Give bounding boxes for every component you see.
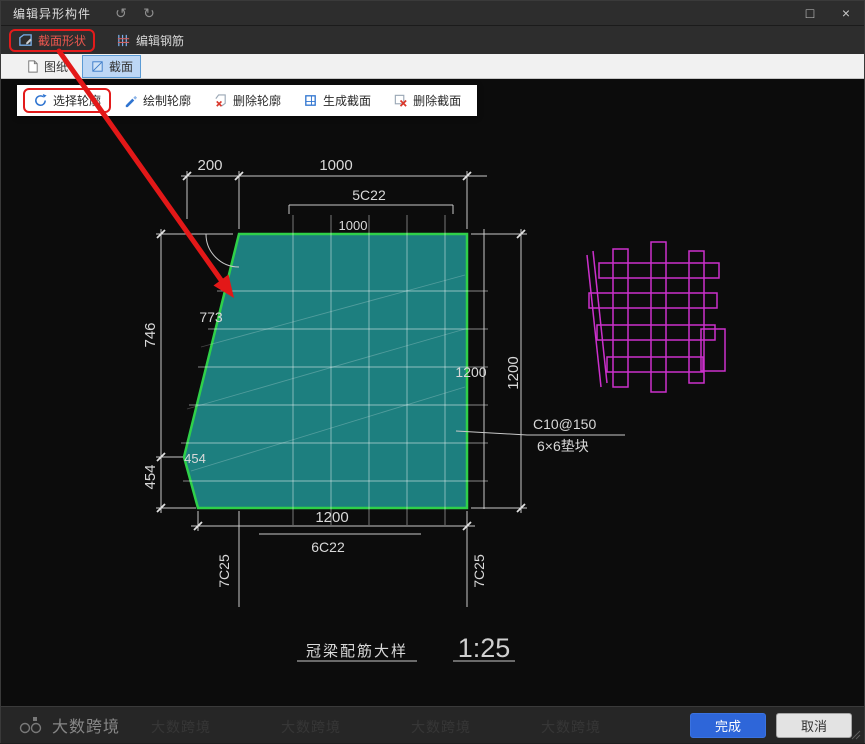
watermark-faint: 大数跨境 — [411, 719, 471, 735]
drawing-caption: 冠梁配筋大样 — [306, 643, 408, 660]
delete-outline-icon — [215, 94, 226, 107]
outline-toolbar: 选择轮廓 绘制轮廓 删除轮廓 生成截面 删除截面 — [17, 85, 478, 116]
dim-right-outer-height: 1200 — [505, 356, 522, 389]
dim-top-width: 1000 — [319, 157, 352, 174]
delete-section-label: 删除截面 — [413, 94, 462, 108]
dim-left-lower-v: 454 — [142, 464, 159, 489]
draw-outline-label: 绘制轮廓 — [143, 94, 192, 108]
resize-grip-icon[interactable] — [851, 730, 861, 740]
edit-rebar-button[interactable]: 编辑钢筋 — [107, 29, 193, 52]
dim-top-offset: 200 — [197, 157, 222, 174]
delete-section-button[interactable]: 删除截面 — [383, 88, 471, 113]
dim-right-inner-height: 1200 — [455, 364, 486, 380]
delete-outline-button[interactable]: 删除轮廓 — [203, 88, 291, 113]
edit-rebar-label: 编辑钢筋 — [136, 33, 185, 48]
maximize-button[interactable]: □ — [792, 1, 828, 26]
tab-section[interactable]: 截面 — [82, 54, 142, 78]
finish-button[interactable]: 完成 — [690, 712, 766, 738]
tab-drawing[interactable]: 图纸 — [17, 55, 76, 78]
drawing-canvas[interactable]: 选择轮廓 绘制轮廓 删除轮廓 生成截面 删除截面 200 1000 5C22 1… — [1, 79, 864, 706]
generate-section-button[interactable]: 生成截面 — [293, 88, 381, 113]
undo-icon[interactable]: ↺ — [107, 5, 135, 22]
section-shape-button[interactable]: 截面形状 — [9, 28, 96, 52]
drawing-tab-icon — [28, 59, 38, 73]
dim-left-corner-rebar: 7C25 — [216, 554, 232, 588]
footer-bar: 大数跨境 大数跨境 大数跨境 大数跨境 大数跨境 完成 取消 — [1, 706, 864, 743]
select-outline-icon — [35, 93, 47, 106]
generate-section-icon — [305, 95, 316, 106]
redo-icon[interactable]: ↻ — [135, 5, 163, 22]
delete-section-icon — [394, 94, 407, 107]
drawing-scale: 1:25 — [458, 633, 511, 663]
dim-slant-length: 773 — [199, 309, 223, 325]
draw-outline-icon — [125, 95, 138, 108]
dim-left-upper: 746 — [142, 322, 159, 347]
dim-top-rebar: 5C22 — [352, 187, 386, 203]
note-stirrup: C10@150 — [533, 416, 596, 432]
cancel-button[interactable]: 取消 — [776, 712, 852, 738]
cad-drawing: 200 1000 5C22 1000 773 746 454 454 1200 … — [142, 157, 726, 663]
edit-irregular-component-dialog: 编辑异形构件 ↺ ↻ □ × 截面形状 编辑钢筋 图纸 截面 选择轮廓 绘制轮廓… — [0, 0, 865, 743]
main-toolbar: 截面形状 编辑钢筋 — [1, 26, 864, 54]
dim-top-inner-width: 1000 — [339, 218, 368, 233]
dialog-title: 编辑异形构件 — [13, 6, 92, 21]
titlebar: 编辑异形构件 ↺ ↻ □ × — [1, 1, 864, 26]
select-outline-button[interactable]: 选择轮廓 — [23, 88, 112, 113]
watermark-text: 大数跨境 — [52, 719, 121, 736]
dim-bottom-rebar: 6C22 — [311, 539, 345, 555]
tab-section-label: 截面 — [109, 59, 134, 74]
close-button[interactable]: × — [828, 1, 864, 26]
section-shape-icon — [19, 33, 32, 46]
watermark-faint: 大数跨境 — [151, 719, 211, 735]
watermark: 大数跨境 — [17, 713, 120, 737]
edit-rebar-icon — [117, 34, 130, 46]
dim-left-lower-h: 454 — [184, 451, 206, 466]
select-outline-label: 选择轮廓 — [53, 94, 102, 108]
section-tab-icon — [92, 60, 103, 72]
watermark-faint: 大数跨境 — [281, 719, 341, 735]
note-spacer: 6×6垫块 — [537, 438, 589, 454]
dim-right-corner-rebar: 7C25 — [471, 554, 487, 588]
tab-drawing-label: 图纸 — [44, 59, 69, 74]
section-shape-label: 截面形状 — [38, 33, 87, 48]
dim-bottom-width: 1200 — [315, 509, 348, 526]
section-polygon[interactable] — [182, 232, 469, 510]
delete-outline-label: 删除轮廓 — [233, 94, 282, 108]
draw-outline-button[interactable]: 绘制轮廓 — [113, 88, 201, 113]
watermark-logo-icon — [19, 717, 42, 734]
tab-bar: 图纸 截面 — [1, 54, 864, 79]
watermark-faint: 大数跨境 — [541, 719, 601, 735]
rebar-cage-detail — [586, 241, 726, 393]
generate-section-label: 生成截面 — [323, 94, 372, 108]
